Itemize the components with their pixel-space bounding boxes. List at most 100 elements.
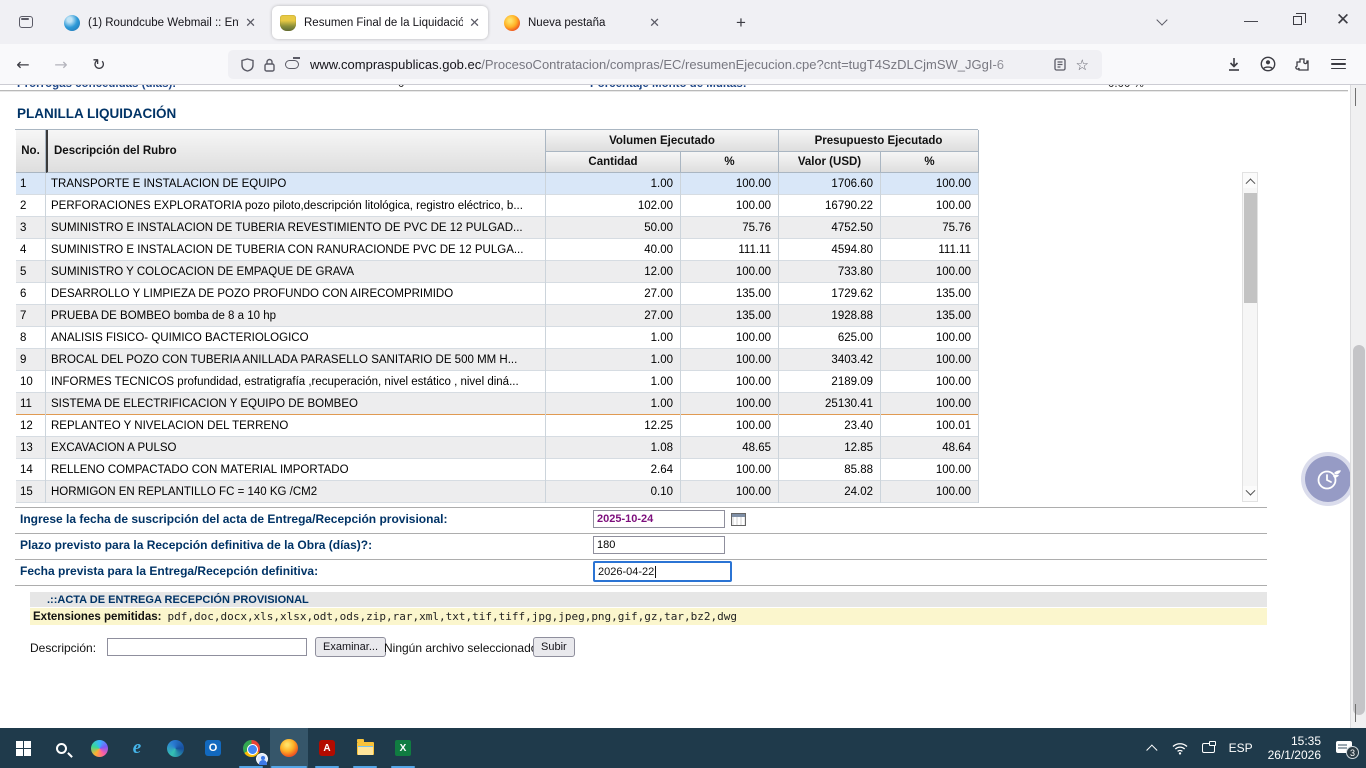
url-text: www.compraspublicas.gob.ec/ProcesoContra…	[310, 57, 1049, 72]
wifi-icon[interactable]	[1165, 728, 1195, 768]
table-row[interactable]: 2PERFORACIONES EXPLORATORIA pozo piloto,…	[16, 195, 979, 217]
table-row[interactable]: 14RELLENO COMPACTADO CON MATERIAL IMPORT…	[16, 459, 979, 481]
table-row[interactable]: 15HORMIGON EN REPLANTILLO FC = 140 KG /C…	[16, 481, 979, 503]
table-row[interactable]: 9BROCAL DEL POZO CON TUBERIA ANILLADA PA…	[16, 349, 979, 371]
site-permissions-icon[interactable]	[285, 60, 299, 69]
page-scroll-up-icon[interactable]	[1355, 89, 1356, 107]
acrobat-icon[interactable]: A	[308, 728, 346, 768]
tab-close-icon[interactable]: ✕	[245, 16, 256, 29]
windows-taskbar: e O A X ESP 15:35 26/1/2026 3	[0, 728, 1366, 768]
table-row[interactable]: 3SUMINISTRO E INSTALACION DE TUBERIA REV…	[16, 217, 979, 239]
table-row[interactable]: 7PRUEBA DE BOMBEO bomba de 8 a 10 hp27.0…	[16, 305, 979, 327]
copilot-icon[interactable]	[80, 728, 118, 768]
cell-pct_vol: 100.00	[681, 393, 779, 415]
clock-icon	[1313, 464, 1343, 494]
table-scrollbar-thumb[interactable]	[1244, 193, 1257, 303]
table-row[interactable]: 10INFORMES TECNICOS profundidad, estrati…	[16, 371, 979, 393]
tab-nueva-pestana[interactable]: Nueva pestaña ✕	[496, 6, 668, 39]
table-row[interactable]: 12REPLANTEO Y NIVELACION DEL TERRENO12.2…	[16, 415, 979, 437]
browse-file-button[interactable]: Examinar...	[315, 637, 386, 657]
search-button[interactable]	[42, 728, 80, 768]
page-scrollbar[interactable]	[1350, 85, 1366, 728]
outlook-icon[interactable]: O	[194, 728, 232, 768]
table-row[interactable]: 6DESARROLLO Y LIMPIEZA DE POZO PROFUNDO …	[16, 283, 979, 305]
menu-hamburger-icon[interactable]	[1322, 50, 1354, 78]
table-body: 1TRANSPORTE E INSTALACION DE EQUIPO1.001…	[16, 173, 979, 503]
descripcion-input[interactable]	[107, 638, 307, 656]
cell-pct_pres: 100.00	[881, 393, 979, 415]
tab-title: (1) Roundcube Webmail :: Entra	[88, 17, 239, 29]
scroll-down-icon[interactable]	[1243, 486, 1257, 501]
cell-cantidad: 27.00	[546, 283, 681, 305]
fecha-prevista-input[interactable]: 2026-04-22	[593, 561, 732, 582]
divider	[15, 559, 1267, 560]
start-button[interactable]	[4, 728, 42, 768]
table-row[interactable]: 4SUMINISTRO E INSTALACION DE TUBERIA CON…	[16, 239, 979, 261]
file-explorer-icon[interactable]	[346, 728, 384, 768]
calendar-icon[interactable]	[731, 513, 746, 526]
notification-center-icon[interactable]: 3	[1329, 728, 1360, 768]
tracking-shield-icon[interactable]	[241, 58, 254, 72]
table-row[interactable]: 8ANALISIS FISICO- QUIMICO BACTERIOLOGICO…	[16, 327, 979, 349]
account-icon[interactable]	[1252, 50, 1284, 78]
time-tracker-widget[interactable]	[1305, 456, 1351, 502]
fecha-suscripcion-input[interactable]	[593, 510, 725, 528]
cell-valor: 23.40	[779, 415, 881, 437]
chrome-icon[interactable]	[232, 728, 270, 768]
tray-chevron-up-icon[interactable]	[1143, 728, 1165, 768]
forward-button[interactable]: →	[46, 50, 76, 78]
list-all-tabs-icon[interactable]	[1158, 16, 1168, 26]
restore-button[interactable]	[1274, 0, 1320, 40]
cell-pct_pres: 111.11	[881, 239, 979, 261]
url-bar[interactable]: www.compraspublicas.gob.ec/ProcesoContra…	[228, 50, 1102, 79]
downloads-icon[interactable]	[1218, 50, 1250, 78]
back-button[interactable]: ←	[8, 50, 38, 78]
reader-mode-icon[interactable]	[1054, 58, 1066, 71]
cell-valor: 1928.88	[779, 305, 881, 327]
fecha-prevista-label: Fecha prevista para la Entrega/Recepción…	[20, 564, 318, 578]
notification-badge: 3	[1346, 746, 1359, 759]
col-header-valor-usd: Valor (USD)	[779, 152, 881, 173]
upload-submit-button[interactable]: Subir	[533, 637, 575, 657]
browser-tab-bar: (1) Roundcube Webmail :: Entra ✕ Resumen…	[0, 0, 1366, 44]
bookmark-star-icon[interactable]: ☆	[1076, 56, 1089, 74]
tab-resumen-liquidacion[interactable]: Resumen Final de la Liquidación ✕	[272, 6, 488, 39]
table-row[interactable]: 1TRANSPORTE E INSTALACION DE EQUIPO1.001…	[16, 173, 979, 195]
table-row[interactable]: 11SISTEMA DE ELECTRIFICACION Y EQUIPO DE…	[16, 393, 979, 415]
minimize-button[interactable]: —	[1228, 0, 1274, 40]
new-tab-button[interactable]: +	[728, 10, 754, 36]
tab-roundcube-webmail[interactable]: (1) Roundcube Webmail :: Entra ✕	[56, 6, 264, 39]
divider	[15, 585, 1267, 586]
display-connect-icon[interactable]	[1195, 728, 1222, 768]
page-content: Prorrogas concedidas (dias): 0 Porcentaj…	[0, 85, 1366, 728]
plazo-previsto-input[interactable]	[593, 536, 725, 554]
firefox-icon-active[interactable]	[270, 728, 308, 768]
tab-close-icon[interactable]: ✕	[469, 16, 480, 29]
edge-icon[interactable]	[156, 728, 194, 768]
cell-cantidad: 50.00	[546, 217, 681, 239]
cell-pct_pres: 75.76	[881, 217, 979, 239]
table-row[interactable]: 5SUMINISTRO Y COLOCACION DE EMPAQUE DE G…	[16, 261, 979, 283]
cell-no: 4	[16, 239, 46, 261]
page-scrollbar-thumb[interactable]	[1353, 345, 1365, 715]
table-row[interactable]: 13EXCAVACION A PULSO1.0848.6512.8548.64	[16, 437, 979, 459]
internet-explorer-icon[interactable]: e	[118, 728, 156, 768]
page-scroll-down-icon[interactable]	[1355, 704, 1356, 722]
lock-icon[interactable]	[264, 58, 275, 72]
scroll-up-icon[interactable]	[1243, 173, 1257, 188]
extensions-icon[interactable]	[1286, 50, 1318, 78]
tab-close-icon[interactable]: ✕	[649, 16, 660, 29]
clock-date[interactable]: 15:35 26/1/2026	[1260, 728, 1329, 768]
cell-desc: ANALISIS FISICO- QUIMICO BACTERIOLOGICO	[46, 327, 546, 349]
cell-pct_vol: 100.00	[681, 261, 779, 283]
fecha-prevista-value: 2026-04-22	[598, 566, 654, 578]
excel-icon[interactable]: X	[384, 728, 422, 768]
firefox-view-icon[interactable]	[14, 10, 38, 34]
reload-button[interactable]: ↻	[84, 50, 114, 78]
language-indicator[interactable]: ESP	[1222, 728, 1260, 768]
close-window-button[interactable]: ✕	[1320, 0, 1366, 40]
cell-pct_vol: 111.11	[681, 239, 779, 261]
cell-pct_vol: 100.00	[681, 173, 779, 195]
table-scrollbar[interactable]	[1242, 172, 1258, 502]
cell-valor: 625.00	[779, 327, 881, 349]
